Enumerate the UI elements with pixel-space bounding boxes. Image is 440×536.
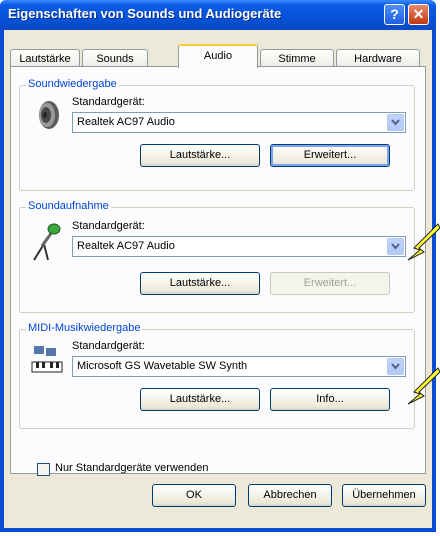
- group-title-recording: Soundaufnahme: [26, 200, 111, 212]
- tab-panel-audio: Soundwiedergabe Standardgerät: Realtek A…: [10, 66, 426, 476]
- tab-sounds[interactable]: Sounds: [82, 49, 148, 67]
- chevron-down-icon[interactable]: [387, 114, 404, 131]
- playback-volume-button[interactable]: Lautstärke...: [140, 144, 260, 167]
- apply-button[interactable]: Übernehmen: [342, 484, 426, 507]
- recording-advanced-button[interactable]: Erweitert...: [270, 272, 390, 295]
- midi-keyboard-icon: [31, 346, 63, 373]
- group-title-midi: MIDI-Musikwiedergabe: [26, 322, 143, 334]
- recording-device-value: Realtek AC97 Audio: [77, 240, 175, 252]
- playback-advanced-button[interactable]: Erweitert...: [270, 144, 390, 167]
- close-button[interactable]: ✕: [408, 4, 429, 25]
- dialog-client-area: Lautstärke Sounds Audio Stimme Hardware …: [4, 30, 432, 528]
- group-midi: MIDI-Musikwiedergabe Standardgerät: Micr…: [19, 322, 415, 429]
- ok-button[interactable]: OK: [152, 484, 236, 507]
- recording-device-label: Standardgerät:: [72, 220, 145, 232]
- cancel-button[interactable]: Abbrechen: [248, 484, 332, 507]
- window-title: Eigenschaften von Sounds und Audiogeräte: [8, 6, 282, 21]
- midi-volume-button[interactable]: Lautstärke...: [140, 388, 260, 411]
- speaker-icon: [39, 101, 59, 129]
- group-playback: Soundwiedergabe Standardgerät: Realtek A…: [19, 78, 415, 191]
- midi-info-button[interactable]: Info...: [270, 388, 390, 411]
- tab-stimme[interactable]: Stimme: [260, 49, 334, 67]
- dialog-window: Eigenschaften von Sounds und Audiogeräte…: [0, 0, 436, 532]
- tab-audio[interactable]: Audio: [178, 44, 258, 68]
- playback-device-select[interactable]: Realtek AC97 Audio: [72, 112, 406, 133]
- help-button[interactable]: ?: [384, 4, 405, 25]
- title-bar[interactable]: Eigenschaften von Sounds und Audiogeräte…: [0, 0, 436, 30]
- group-recording: Soundaufnahme Standardgerät: Realtek AC9…: [19, 200, 415, 313]
- playback-device-label: Standardgerät:: [72, 96, 145, 108]
- microphone-icon: [33, 223, 61, 261]
- chevron-down-icon[interactable]: [387, 358, 404, 375]
- only-default-label[interactable]: Nur Standardgeräte verwenden: [55, 462, 208, 474]
- annotation-arrow-midi: [407, 367, 440, 405]
- recording-device-select[interactable]: Realtek AC97 Audio: [72, 236, 406, 257]
- tab-strip: Lautstärke Sounds Audio Stimme Hardware: [10, 44, 430, 68]
- playback-device-value: Realtek AC97 Audio: [77, 116, 175, 128]
- tab-hardware[interactable]: Hardware: [336, 49, 420, 67]
- chevron-down-icon[interactable]: [387, 238, 404, 255]
- midi-device-select[interactable]: Microsoft GS Wavetable SW Synth: [72, 356, 406, 377]
- midi-device-label: Standardgerät:: [72, 340, 145, 352]
- tab-lautstaerke[interactable]: Lautstärke: [10, 49, 80, 67]
- midi-device-value: Microsoft GS Wavetable SW Synth: [77, 360, 248, 372]
- group-title-playback: Soundwiedergabe: [26, 78, 119, 90]
- only-default-checkbox[interactable]: [37, 463, 50, 476]
- annotation-arrow-recording: [407, 223, 440, 261]
- recording-volume-button[interactable]: Lautstärke...: [140, 272, 260, 295]
